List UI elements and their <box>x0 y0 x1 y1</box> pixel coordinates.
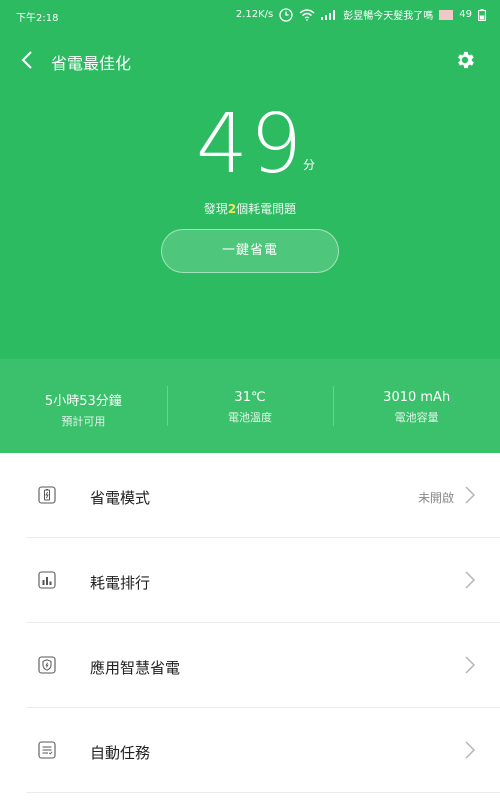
menu-item-auto-tasks[interactable]: 自動任務 <box>0 708 500 793</box>
issues-count: 2 <box>227 202 237 216</box>
task-list-icon <box>38 741 56 759</box>
smart-shield-icon <box>38 656 56 674</box>
chevron-right-icon <box>465 656 476 674</box>
battery-level-text: 49 <box>459 9 472 20</box>
chevron-right-icon <box>465 741 476 759</box>
gear-icon <box>458 51 474 69</box>
menu-label: 自動任務 <box>90 744 151 762</box>
menu-label: 省電模式 <box>90 489 151 507</box>
notification-thumbnail <box>439 9 454 20</box>
issues-prefix: 發現 <box>203 202 228 216</box>
chevron-right-icon <box>465 571 476 589</box>
menu-label: 應用智慧省電 <box>90 659 181 677</box>
battery-stats: 5小時53分鐘 預計可用 31℃ 電池溫度 3010 mAh 電池容量 <box>0 359 500 453</box>
status-time: 下午2:18 <box>16 13 59 24</box>
stat-label: 電池溫度 <box>228 411 272 424</box>
issues-summary: 發現2個耗電問題 <box>0 200 500 217</box>
clock-icon <box>279 7 293 22</box>
stat-temperature: 31℃ 電池溫度 <box>166 359 334 453</box>
status-bar: 下午2:18 2.12K/s 彭昱暢今天髮我了嗎 49 <box>0 0 500 32</box>
settings-button[interactable] <box>452 46 478 74</box>
score-value: 49 <box>195 97 305 192</box>
battery-mode-icon <box>38 486 56 504</box>
ranking-icon <box>38 571 56 589</box>
score-unit: 分 <box>303 158 316 172</box>
menu-item-smart-app-saving[interactable]: 應用智慧省電 <box>0 623 500 708</box>
stat-value: 3010 mAh <box>383 390 451 405</box>
signal-icon <box>321 9 336 20</box>
stat-capacity: 3010 mAh 電池容量 <box>333 359 500 453</box>
chevron-left-icon <box>21 51 32 69</box>
stat-label: 電池容量 <box>394 411 439 424</box>
menu-item-power-ranking[interactable]: 耗電排行 <box>0 538 500 623</box>
battery-score: 49 分 <box>0 100 500 190</box>
hero-panel: 下午2:18 2.12K/s 彭昱暢今天髮我了嗎 49 省電最佳化 49 分 發… <box>0 0 500 453</box>
battery-icon <box>478 8 486 21</box>
issues-suffix: 個耗電問題 <box>236 202 297 216</box>
stat-label: 預計可用 <box>61 415 106 428</box>
carrier-name: 彭昱暢今天髮我了嗎 <box>343 11 434 22</box>
wifi-icon <box>299 8 315 21</box>
one-tap-save-button[interactable]: 一鍵省電 <box>161 229 339 273</box>
menu-label: 耗電排行 <box>90 574 151 592</box>
menu-status: 未開啟 <box>417 491 454 505</box>
settings-list: 省電模式 未開啟 耗電排行 應用智慧省電 自動任務 <box>0 453 500 793</box>
stat-value: 5小時53分鐘 <box>44 394 122 409</box>
divider <box>26 792 500 793</box>
page-title: 省電最佳化 <box>51 54 132 73</box>
menu-item-power-saving-mode[interactable]: 省電模式 未開啟 <box>0 453 500 538</box>
stat-remaining-time: 5小時53分鐘 預計可用 <box>0 359 167 453</box>
title-bar: 省電最佳化 <box>0 40 500 80</box>
status-right: 2.12K/s 彭昱暢今天髮我了嗎 49 <box>236 7 486 22</box>
chevron-right-icon <box>465 486 476 504</box>
back-button[interactable] <box>14 46 40 74</box>
network-speed: 2.12K/s <box>235 9 274 20</box>
stat-value: 31℃ <box>234 390 266 405</box>
